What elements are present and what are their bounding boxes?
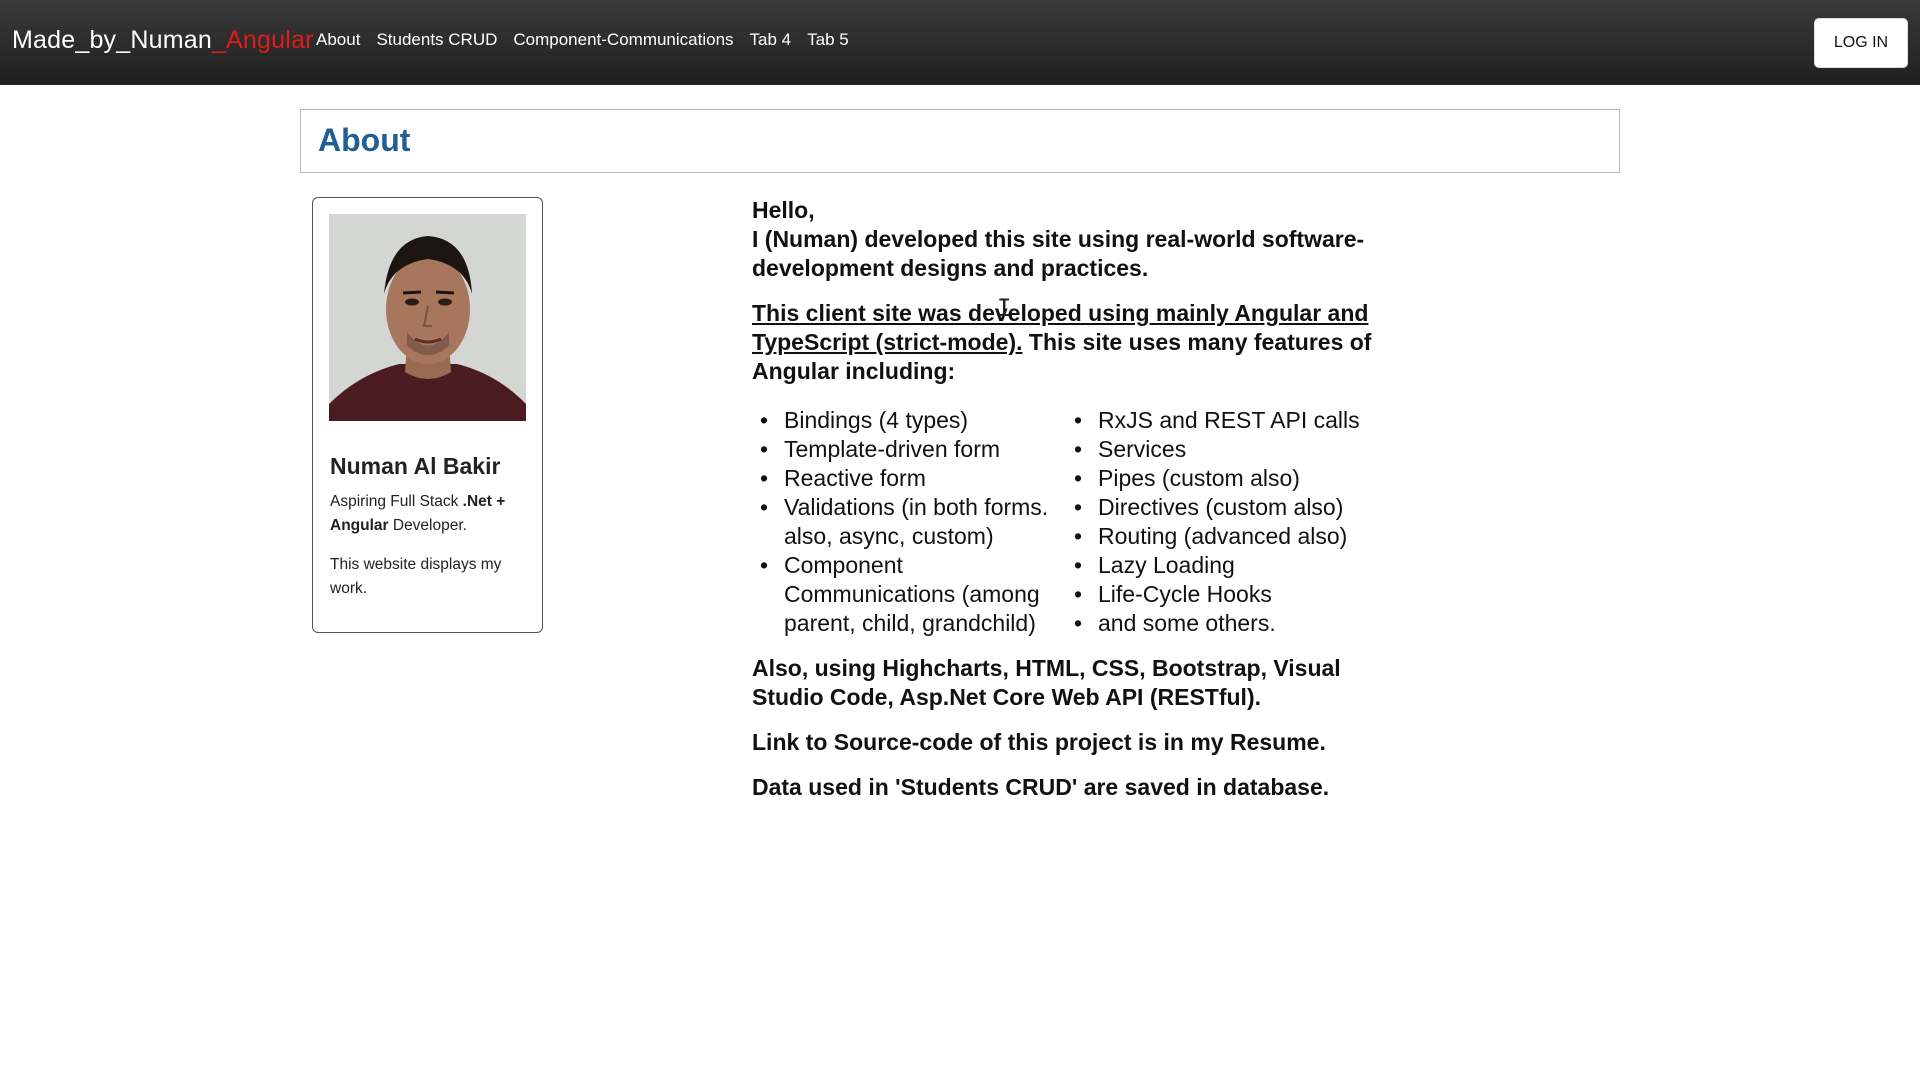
nav-link-tab-4[interactable]: Tab 4 — [750, 30, 792, 50]
features-list-right: RxJS and REST API calls Services Pipes (… — [1066, 406, 1360, 638]
list-item: Services — [1066, 435, 1360, 464]
nav-link-tab-5[interactable]: Tab 5 — [807, 30, 849, 50]
list-item: Component Communications (among parent, … — [752, 551, 1066, 638]
nav-link-component-communications[interactable]: Component-Communications — [513, 30, 733, 50]
top-navbar: Made_by_Numan_Angular About Students CRU… — [0, 0, 1920, 85]
nav-link-about[interactable]: About — [316, 30, 360, 50]
page-title: About — [318, 122, 411, 158]
list-item: Reactive form — [752, 464, 1066, 493]
intro-paragraph: Hello, I (Numan) developed this site usin… — [752, 196, 1392, 283]
login-button[interactable]: LOG IN — [1814, 18, 1908, 68]
list-item: Pipes (custom also) — [1066, 464, 1360, 493]
profile-desc-angular: Angular — [330, 517, 389, 534]
brand-link[interactable]: Made_by_Numan_Angular — [12, 26, 314, 55]
intro-text: I (Numan) developed this site using real… — [752, 226, 1365, 281]
brand-accent: _Angular — [211, 26, 314, 54]
nav-link-students-crud[interactable]: Students CRUD — [376, 30, 497, 50]
list-item: Directives (custom also) — [1066, 493, 1360, 522]
features-list-left: Bindings (4 types) Template-driven form … — [752, 406, 1066, 638]
page-title-box: About — [300, 109, 1620, 173]
list-item: Bindings (4 types) — [752, 406, 1066, 435]
tools-paragraph: Also, using Highcharts, HTML, CSS, Boots… — [752, 655, 1341, 710]
brand-main: Made_by_Numan — [12, 26, 212, 54]
profile-description: Aspiring Full Stack .Net + Angular Devel… — [330, 490, 530, 538]
list-item: Validations (in both forms. also, async,… — [752, 493, 1066, 551]
list-item: Template-driven form — [752, 435, 1066, 464]
nav-links: About Students CRUD Component-Communicat… — [316, 30, 865, 50]
about-content: Hello, I (Numan) developed this site usin… — [752, 196, 1392, 818]
profile-desc-suffix: Developer. — [388, 517, 467, 534]
angular-paragraph: This client site was developed using mai… — [752, 299, 1392, 386]
profile-name: Numan Al Bakir — [330, 453, 501, 479]
profile-note: This website displays my work. — [330, 556, 502, 597]
features-lists: Bindings (4 types) Template-driven form … — [752, 406, 1392, 638]
list-item: RxJS and REST API calls — [1066, 406, 1360, 435]
text-cursor-icon: I — [997, 294, 1012, 322]
list-item: and some others. — [1066, 609, 1360, 638]
list-item: Routing (advanced also) — [1066, 522, 1360, 551]
database-paragraph: Data used in 'Students CRUD' are saved i… — [752, 774, 1330, 800]
avatar — [329, 214, 526, 421]
profile-photo — [329, 214, 526, 421]
profile-desc-tech: .Net + — [462, 493, 506, 510]
list-item: Lazy Loading — [1066, 551, 1360, 580]
source-paragraph: Link to Source-code of this project is i… — [752, 729, 1326, 755]
greeting: Hello, — [752, 197, 815, 223]
profile-card: Numan Al Bakir Aspiring Full Stack .Net … — [312, 197, 543, 633]
profile-desc-prefix: Aspiring Full Stack — [330, 493, 463, 510]
list-item: Life-Cycle Hooks — [1066, 580, 1360, 609]
